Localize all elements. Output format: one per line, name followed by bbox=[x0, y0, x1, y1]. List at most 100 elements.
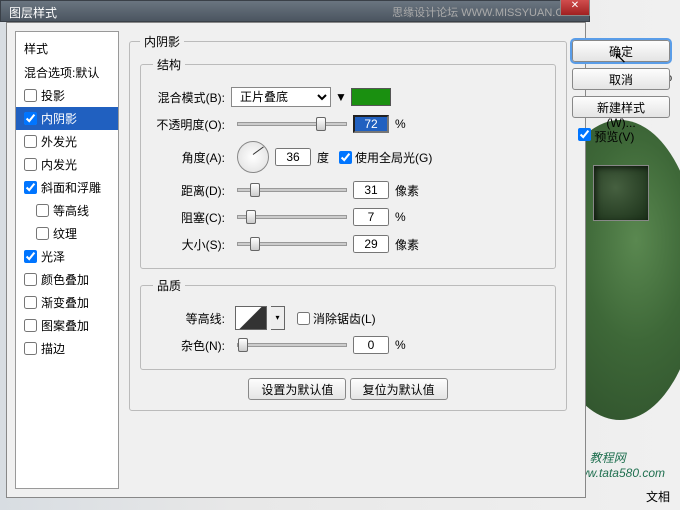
settings-panel: 内阴影 结构 混合模式(B): 正片叠底 ▼ 不透明度(O): % 角度(A): bbox=[119, 31, 577, 489]
size-slider[interactable] bbox=[237, 242, 347, 246]
checkbox[interactable] bbox=[24, 342, 37, 355]
list-label: 内发光 bbox=[41, 156, 77, 173]
choke-input[interactable] bbox=[353, 208, 389, 226]
opacity-unit: % bbox=[395, 117, 406, 131]
angle-row: 角度(A): 度 使用全局光(G) bbox=[153, 140, 543, 174]
preview-label: 预览(V) bbox=[594, 130, 634, 144]
quality-fieldset: 品质 等高线: ▾ 消除锯齿(L) 杂色(N): % bbox=[140, 277, 556, 370]
antialias-checkbox[interactable] bbox=[297, 312, 310, 325]
styles-list[interactable]: 样式 混合选项:默认 投影 内阴影 外发光 内发光 斜面和浮雕 等高线 纹理 光… bbox=[15, 31, 119, 489]
checkbox[interactable] bbox=[24, 296, 37, 309]
dialog-titlebar[interactable]: 图层样式 思缘设计论坛 WWW.MISSYUAN.COM bbox=[0, 0, 590, 22]
list-item-texture[interactable]: 纹理 bbox=[16, 222, 118, 245]
checkbox[interactable] bbox=[24, 319, 37, 332]
dialog-title: 图层样式 bbox=[9, 6, 57, 20]
new-style-button[interactable]: 新建样式(W)... bbox=[572, 96, 670, 118]
size-unit: 像素 bbox=[395, 236, 419, 253]
preview-thumbnail bbox=[593, 165, 649, 221]
styles-header: 样式 bbox=[16, 36, 118, 61]
distance-unit: 像素 bbox=[395, 182, 419, 199]
checkbox[interactable] bbox=[24, 181, 37, 194]
list-item-outerglow[interactable]: 外发光 bbox=[16, 130, 118, 153]
global-light-checkbox[interactable] bbox=[339, 151, 352, 164]
antialias-label: 消除锯齿(L) bbox=[313, 310, 376, 327]
contour-picker[interactable] bbox=[235, 306, 267, 330]
panel-title: 内阴影 bbox=[140, 33, 184, 50]
make-default-button[interactable]: 设置为默认值 bbox=[248, 378, 346, 400]
size-row: 大小(S): 像素 bbox=[153, 233, 543, 255]
list-item-blending[interactable]: 混合选项:默认 bbox=[16, 61, 118, 84]
structure-legend: 结构 bbox=[153, 56, 185, 73]
distance-input[interactable] bbox=[353, 181, 389, 199]
checkbox[interactable] bbox=[24, 250, 37, 263]
list-item-bevel[interactable]: 斜面和浮雕 bbox=[16, 176, 118, 199]
list-item-innerglow[interactable]: 内发光 bbox=[16, 153, 118, 176]
choke-slider[interactable] bbox=[237, 215, 347, 219]
list-item-satin[interactable]: 光泽 bbox=[16, 245, 118, 268]
contour-row: 等高线: ▾ 消除锯齿(L) bbox=[153, 307, 543, 329]
checkbox[interactable] bbox=[36, 227, 49, 240]
checkbox[interactable] bbox=[36, 204, 49, 217]
choke-row: 阻塞(C): % bbox=[153, 206, 543, 228]
distance-row: 距离(D): 像素 bbox=[153, 179, 543, 201]
right-column: 确定 取消 新建样式(W)... 预览(V) bbox=[572, 40, 670, 221]
size-label: 大小(S): bbox=[153, 236, 231, 253]
list-label: 图案叠加 bbox=[41, 317, 89, 334]
footer-text: 文相 bbox=[646, 488, 670, 505]
angle-input[interactable] bbox=[275, 148, 311, 166]
structure-fieldset: 结构 混合模式(B): 正片叠底 ▼ 不透明度(O): % 角度(A): bbox=[140, 56, 556, 269]
list-item-innershadow[interactable]: 内阴影 bbox=[16, 107, 118, 130]
checkbox[interactable] bbox=[24, 158, 37, 171]
cancel-button[interactable]: 取消 bbox=[572, 68, 670, 90]
preview-checkbox[interactable] bbox=[578, 128, 591, 141]
blend-mode-label: 混合模式(B): bbox=[153, 89, 231, 106]
list-label: 斜面和浮雕 bbox=[41, 179, 101, 196]
chevron-down-icon[interactable]: ▾ bbox=[271, 306, 285, 330]
list-item-coloroverlay[interactable]: 颜色叠加 bbox=[16, 268, 118, 291]
blend-mode-select[interactable]: 正片叠底 bbox=[231, 87, 331, 107]
layer-style-dialog: 样式 混合选项:默认 投影 内阴影 外发光 内发光 斜面和浮雕 等高线 纹理 光… bbox=[6, 22, 586, 498]
distance-slider[interactable] bbox=[237, 188, 347, 192]
preview-row: 预览(V) bbox=[572, 128, 670, 145]
noise-input[interactable] bbox=[353, 336, 389, 354]
color-swatch[interactable] bbox=[351, 88, 391, 106]
opacity-slider[interactable] bbox=[237, 122, 347, 126]
close-icon[interactable]: ✕ bbox=[560, 0, 590, 16]
window-controls: ✕ bbox=[560, 0, 590, 16]
checkbox[interactable] bbox=[24, 135, 37, 148]
blend-mode-row: 混合模式(B): 正片叠底 ▼ bbox=[153, 86, 543, 108]
list-label: 渐变叠加 bbox=[41, 294, 89, 311]
list-label: 描边 bbox=[41, 340, 65, 357]
opacity-input[interactable] bbox=[353, 115, 389, 133]
noise-slider[interactable] bbox=[237, 343, 347, 347]
defaults-row: 设置为默认值 复位为默认值 bbox=[140, 378, 556, 400]
list-label: 混合选项:默认 bbox=[24, 64, 99, 81]
list-label: 光泽 bbox=[41, 248, 65, 265]
noise-unit: % bbox=[395, 338, 406, 352]
contour-label: 等高线: bbox=[153, 310, 231, 327]
checkbox[interactable] bbox=[24, 112, 37, 125]
checkbox[interactable] bbox=[24, 89, 37, 102]
list-item-stroke[interactable]: 描边 bbox=[16, 337, 118, 360]
ok-button[interactable]: 确定 bbox=[572, 40, 670, 62]
list-label: 颜色叠加 bbox=[41, 271, 89, 288]
list-label: 内阴影 bbox=[41, 110, 77, 127]
checkbox[interactable] bbox=[24, 273, 37, 286]
choke-label: 阻塞(C): bbox=[153, 209, 231, 226]
list-item-gradientoverlay[interactable]: 渐变叠加 bbox=[16, 291, 118, 314]
opacity-label: 不透明度(O): bbox=[153, 116, 231, 133]
noise-row: 杂色(N): % bbox=[153, 334, 543, 356]
global-light-label: 使用全局光(G) bbox=[355, 149, 432, 166]
list-item-dropshadow[interactable]: 投影 bbox=[16, 84, 118, 107]
list-label: 等高线 bbox=[53, 202, 89, 219]
list-item-patternoverlay[interactable]: 图案叠加 bbox=[16, 314, 118, 337]
list-label: 投影 bbox=[41, 87, 65, 104]
angle-dial[interactable] bbox=[237, 141, 269, 173]
reset-default-button[interactable]: 复位为默认值 bbox=[350, 378, 448, 400]
choke-unit: % bbox=[395, 210, 406, 224]
list-item-contourline[interactable]: 等高线 bbox=[16, 199, 118, 222]
quality-legend: 品质 bbox=[153, 277, 185, 294]
opacity-row: 不透明度(O): % bbox=[153, 113, 543, 135]
outer-fieldset: 内阴影 结构 混合模式(B): 正片叠底 ▼ 不透明度(O): % 角度(A): bbox=[129, 33, 567, 411]
size-input[interactable] bbox=[353, 235, 389, 253]
